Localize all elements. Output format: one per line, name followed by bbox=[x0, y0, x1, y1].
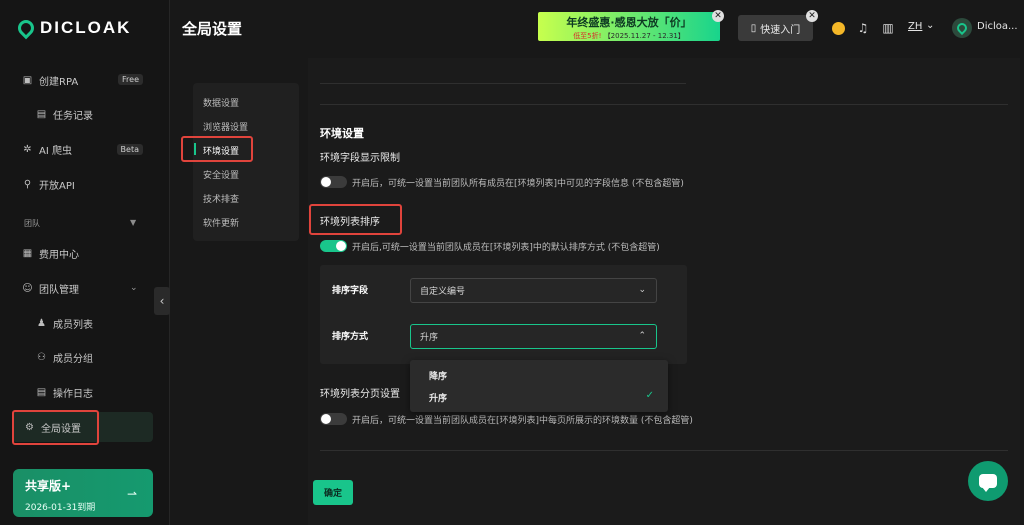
arrow-right-icon: ⇀ bbox=[126, 487, 137, 501]
beta-badge: Beta bbox=[116, 144, 143, 155]
member-icon: ♟ bbox=[37, 317, 46, 329]
subnav-item-updates[interactable]: 软件更新 bbox=[203, 216, 239, 229]
close-icon[interactable]: ✕ bbox=[712, 10, 724, 22]
highlight-box bbox=[309, 204, 402, 235]
book-icon: ▯ bbox=[750, 22, 757, 34]
sidebar-item-team-management[interactable]: ☺ 团队管理 ⌄ bbox=[22, 278, 137, 298]
list-sort-description: 开启后,可统一设置当前团队成员在[环境列表]中的默认排序方式 (不包含超管) bbox=[352, 243, 660, 253]
sidebar-item-operation-log[interactable]: ▤ 操作日志 bbox=[36, 382, 93, 402]
chat-button[interactable] bbox=[968, 461, 1008, 501]
sort-field-select[interactable]: 自定义编号 ⌄ bbox=[410, 278, 657, 303]
free-badge: Free bbox=[118, 74, 143, 85]
divider bbox=[320, 83, 686, 84]
document-icon: ▤ bbox=[36, 108, 47, 120]
subnav-item-data[interactable]: 数据设置 bbox=[203, 96, 239, 109]
promo-banner[interactable]: 年终盛惠·感恩大放「价」 低至5折! 【2025.11.27 - 12.31】 bbox=[538, 12, 720, 41]
group-icon: ⚇ bbox=[37, 351, 46, 363]
confirm-button[interactable]: 确定 bbox=[313, 480, 353, 505]
chevron-down-icon: ⌄ bbox=[130, 283, 138, 293]
sidebar-item-create-rpa[interactable]: ▣ 创建RPA bbox=[22, 70, 78, 90]
logo-mark-icon bbox=[14, 16, 38, 40]
chevron-down-icon: ⌄ bbox=[638, 285, 646, 295]
coin-icon[interactable] bbox=[830, 20, 846, 36]
book-open-icon[interactable]: ▥ bbox=[880, 20, 896, 36]
sort-order-dropdown: 降序 升序 ✓ bbox=[410, 360, 668, 412]
check-icon: ✓ bbox=[645, 390, 654, 401]
settings-subnav: 数据设置 浏览器设置 环境设置 安全设置 技术排查 软件更新 bbox=[193, 83, 299, 241]
crawler-icon: ✲ bbox=[23, 143, 32, 155]
subnav-item-browser[interactable]: 浏览器设置 bbox=[203, 120, 248, 133]
highlight-box bbox=[12, 410, 99, 445]
sidebar: DICLOAK ▣ 创建RPA Free ▤ 任务记录 ✲ AI 爬虫 Beta… bbox=[0, 0, 170, 525]
sidebar-item-ai-crawler[interactable]: ✲ AI 爬虫 bbox=[22, 139, 72, 159]
field-limit-toggle[interactable] bbox=[320, 176, 347, 188]
sidebar-item-open-api[interactable]: ⚲ 开放API bbox=[22, 174, 75, 194]
language-selector[interactable]: ZH bbox=[908, 21, 922, 32]
sidebar-item-task-records[interactable]: ▤ 任务记录 bbox=[36, 104, 93, 124]
brand-logo[interactable]: DICLOAK bbox=[14, 16, 132, 40]
billing-icon: ▦ bbox=[22, 247, 33, 259]
sidebar-item-label: 开放API bbox=[39, 180, 75, 192]
sidebar-item-member-groups[interactable]: ⚇ 成员分组 bbox=[36, 347, 93, 367]
brand-name: DICLOAK bbox=[40, 18, 132, 37]
chevron-down-icon[interactable]: ⌄ bbox=[926, 20, 934, 31]
plan-card[interactable]: 共享版+ 2026-01-31到期 ⇀ bbox=[13, 469, 153, 517]
collapse-sidebar-button[interactable]: ‹ bbox=[154, 287, 170, 315]
plan-expiry: 2026-01-31到期 bbox=[25, 503, 96, 513]
sidebar-item-label: 操作日志 bbox=[53, 388, 93, 400]
team-section-title: 团队 bbox=[24, 219, 40, 228]
sort-order-label: 排序方式 bbox=[332, 332, 369, 342]
promo-title: 年终盛惠·感恩大放「价」 bbox=[566, 16, 692, 29]
section-title: 环境设置 bbox=[320, 127, 364, 140]
team-icon: ☺ bbox=[22, 282, 33, 294]
sidebar-item-label: AI 爬虫 bbox=[39, 145, 72, 157]
user-name[interactable]: Dicloa... bbox=[977, 21, 1018, 32]
sidebar-item-label: 费用中心 bbox=[39, 249, 79, 261]
sidebar-item-label: 团队管理 bbox=[39, 284, 79, 296]
divider bbox=[320, 104, 1008, 105]
api-icon: ⚲ bbox=[23, 178, 32, 190]
plan-name: 共享版+ bbox=[25, 479, 72, 493]
close-icon[interactable]: ✕ bbox=[806, 10, 818, 22]
field-limit-label: 环境字段显示限制 bbox=[320, 153, 400, 164]
pagination-toggle[interactable] bbox=[320, 413, 347, 425]
sidebar-item-member-list[interactable]: ♟ 成员列表 bbox=[36, 313, 93, 333]
sidebar-item-label: 成员分组 bbox=[53, 353, 93, 365]
sort-field-value: 自定义编号 bbox=[420, 287, 466, 297]
sort-order-value: 升序 bbox=[420, 333, 439, 343]
bell-icon[interactable]: ♫ bbox=[855, 20, 871, 36]
sidebar-item-label: 任务记录 bbox=[53, 110, 93, 122]
sort-order-select[interactable]: 升序 ⌃ bbox=[410, 324, 657, 349]
chevron-up-icon: ⌃ bbox=[638, 331, 646, 341]
divider bbox=[320, 450, 1008, 451]
avatar[interactable] bbox=[952, 18, 972, 38]
subnav-item-troubleshoot[interactable]: 技术排查 bbox=[203, 192, 239, 205]
highlight-box bbox=[181, 136, 253, 162]
subnav-item-security[interactable]: 安全设置 bbox=[203, 168, 239, 181]
sidebar-item-label: 创建RPA bbox=[39, 76, 79, 88]
topbar: 全局设置 年终盛惠·感恩大放「价」 低至5折! 【2025.11.27 - 12… bbox=[170, 0, 1024, 58]
sort-field-label: 排序字段 bbox=[332, 286, 369, 296]
promo-period: 【2025.11.27 - 12.31】 bbox=[603, 32, 685, 40]
page-title: 全局设置 bbox=[182, 20, 243, 38]
quick-start-label: 快速入门 bbox=[760, 24, 801, 36]
quick-start-button[interactable]: ▯ 快速入门 bbox=[738, 15, 813, 41]
rpa-icon: ▣ bbox=[22, 74, 33, 86]
list-sort-toggle[interactable] bbox=[320, 240, 347, 252]
field-limit-description: 开启后，可统一设置当前团队所有成员在[环境列表]中可见的字段信息 (不包含超管) bbox=[352, 179, 684, 189]
promo-discount: 低至5折! bbox=[573, 32, 602, 40]
chevron-down-icon[interactable]: ▼ bbox=[130, 218, 136, 227]
pagination-description: 开启后，可统一设置当前团队成员在[环境列表]中每页所展示的环境数量 (不包含超管… bbox=[352, 416, 693, 426]
sidebar-item-label: 成员列表 bbox=[53, 319, 93, 331]
sidebar-item-billing[interactable]: ▦ 费用中心 bbox=[22, 243, 79, 263]
option-ascending[interactable]: 升序 bbox=[429, 391, 447, 404]
log-icon: ▤ bbox=[36, 386, 47, 398]
chat-icon bbox=[979, 474, 997, 492]
option-descending[interactable]: 降序 bbox=[429, 369, 447, 382]
promo-subtitle: 低至5折! 【2025.11.27 - 12.31】 bbox=[538, 31, 720, 41]
pagination-label: 环境列表分页设置 bbox=[320, 389, 400, 400]
